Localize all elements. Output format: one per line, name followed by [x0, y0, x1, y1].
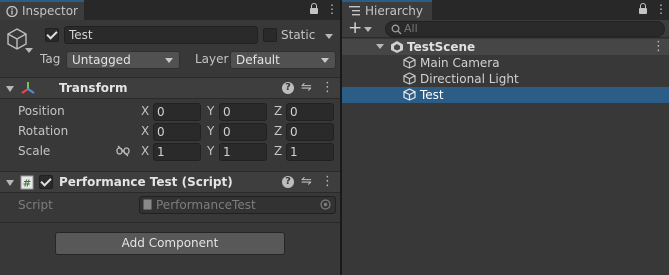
unity-scene-icon [391, 41, 403, 53]
inspector-panel: Inspector ⋮ Test Static Tag Untagged Lay… [0, 0, 340, 275]
add-dropdown-arrow[interactable] [364, 27, 372, 32]
axis-x-label[interactable]: X [141, 104, 149, 118]
hierarchy-item-directional-light[interactable]: Directional Light [342, 71, 669, 87]
script-component-title: Performance Test (Script) [59, 175, 233, 189]
axis-x-label[interactable]: X [141, 124, 149, 138]
script-file-icon [143, 199, 152, 210]
object-picker-icon [320, 199, 331, 210]
scene-row[interactable]: TestScene ⋮ [342, 39, 669, 55]
script-reference-value: PerformanceTest [156, 198, 256, 212]
hierarchy-tabbar: Hierarchy ⋮ [342, 0, 669, 20]
active-checkbox[interactable] [45, 28, 59, 42]
object-name-field[interactable]: Test [64, 26, 258, 44]
position-label: Position [18, 104, 65, 118]
chevron-down-icon [321, 58, 329, 63]
transform-title: Transform [59, 81, 128, 95]
search-input[interactable]: All [385, 21, 665, 37]
kebab-menu-icon[interactable]: ⋮ [326, 2, 338, 16]
hierarchy-toolbar: + All [342, 18, 669, 38]
foldout-arrow-icon[interactable] [6, 180, 14, 186]
rotation-label: Rotation [18, 124, 69, 138]
svg-text:#: # [23, 179, 31, 190]
axis-y-label[interactable]: Y [207, 124, 214, 138]
transform-header[interactable]: Transform ? ⇋ ⋮ [0, 77, 340, 99]
axis-y-label[interactable]: Y [207, 104, 214, 118]
static-label: Static [281, 28, 316, 42]
hierarchy-item-label: Main Camera [420, 56, 500, 70]
static-dropdown-arrow[interactable] [325, 34, 333, 39]
script-label: Script [18, 198, 53, 212]
gameobject-icon [403, 72, 416, 85]
lock-icon[interactable] [639, 3, 647, 14]
inspector-tabbar: Inspector ⋮ [0, 0, 340, 20]
hierarchy-list-icon [349, 6, 360, 16]
info-icon [6, 5, 18, 17]
axis-z-label[interactable]: Z [274, 124, 282, 138]
axis-y-label[interactable]: Y [207, 144, 214, 158]
gameobject-icon [403, 88, 416, 101]
layer-label: Layer [195, 52, 229, 66]
add-component-button[interactable]: Add Component [55, 232, 285, 255]
search-placeholder: All [404, 22, 418, 35]
foldout-arrow-icon[interactable] [6, 86, 14, 92]
add-button[interactable]: + [348, 18, 362, 38]
hierarchy-item-main-camera[interactable]: Main Camera [342, 55, 669, 71]
scale-y-field[interactable]: 1 [219, 143, 267, 161]
tag-dropdown[interactable]: Untagged [66, 51, 180, 69]
scale-label: Scale [18, 144, 51, 158]
position-y-field[interactable]: 0 [219, 103, 267, 121]
component-divider [0, 222, 340, 223]
static-checkbox[interactable] [263, 28, 277, 42]
scene-fold-arrow[interactable] [376, 44, 384, 49]
gameobject-icon [403, 56, 416, 69]
axis-z-label[interactable]: Z [274, 104, 282, 118]
transform-axes-icon [21, 82, 35, 94]
scene-menu-icon[interactable]: ⋮ [652, 39, 665, 54]
lock-icon[interactable] [310, 3, 318, 14]
rotation-x-field[interactable]: 0 [153, 123, 201, 141]
scale-z-field[interactable]: 1 [286, 143, 334, 161]
presets-icon[interactable]: ⇋ [301, 175, 312, 188]
link-broken-icon[interactable] [116, 145, 130, 157]
script-component-header[interactable]: # Performance Test (Script) ? ⇋ ⋮ [0, 171, 340, 193]
script-reference-field: PerformanceTest [139, 196, 336, 214]
tab-hierarchy-label: Hierarchy [365, 4, 424, 18]
tag-label: Tag [40, 52, 61, 66]
hierarchy-item-label: Test [420, 88, 444, 102]
rotation-z-field[interactable]: 0 [286, 123, 334, 141]
hierarchy-item-label: Directional Light [420, 72, 519, 86]
script-enabled-checkbox[interactable] [39, 175, 53, 189]
layer-value: Default [236, 53, 280, 67]
csharp-script-icon: # [20, 175, 34, 190]
tab-inspector[interactable]: Inspector [0, 0, 84, 20]
tab-hierarchy[interactable]: Hierarchy [342, 0, 432, 20]
rotation-y-field[interactable]: 0 [219, 123, 267, 141]
presets-icon[interactable]: ⇋ [301, 81, 312, 94]
layer-dropdown[interactable]: Default [230, 51, 336, 69]
hierarchy-item-test[interactable]: Test [342, 87, 669, 103]
tag-value: Untagged [72, 53, 131, 67]
tab-inspector-label: Inspector [22, 4, 78, 18]
kebab-menu-icon[interactable]: ⋮ [655, 2, 667, 16]
position-z-field[interactable]: 0 [286, 103, 334, 121]
scene-name: TestScene [407, 40, 476, 54]
help-icon[interactable]: ? [282, 82, 294, 94]
position-x-field[interactable]: 0 [153, 103, 201, 121]
hierarchy-panel: Hierarchy ⋮ + All TestScene ⋮ Main Camer… [342, 0, 669, 275]
icon-dropdown-arrow[interactable] [25, 48, 33, 53]
search-icon [391, 24, 402, 35]
help-icon[interactable]: ? [282, 176, 294, 188]
axis-z-label[interactable]: Z [274, 144, 282, 158]
chevron-down-icon [165, 58, 173, 63]
component-menu-icon[interactable]: ⋮ [321, 81, 334, 94]
axis-x-label[interactable]: X [141, 144, 149, 158]
scale-x-field[interactable]: 1 [153, 143, 201, 161]
component-menu-icon[interactable]: ⋮ [321, 175, 334, 188]
